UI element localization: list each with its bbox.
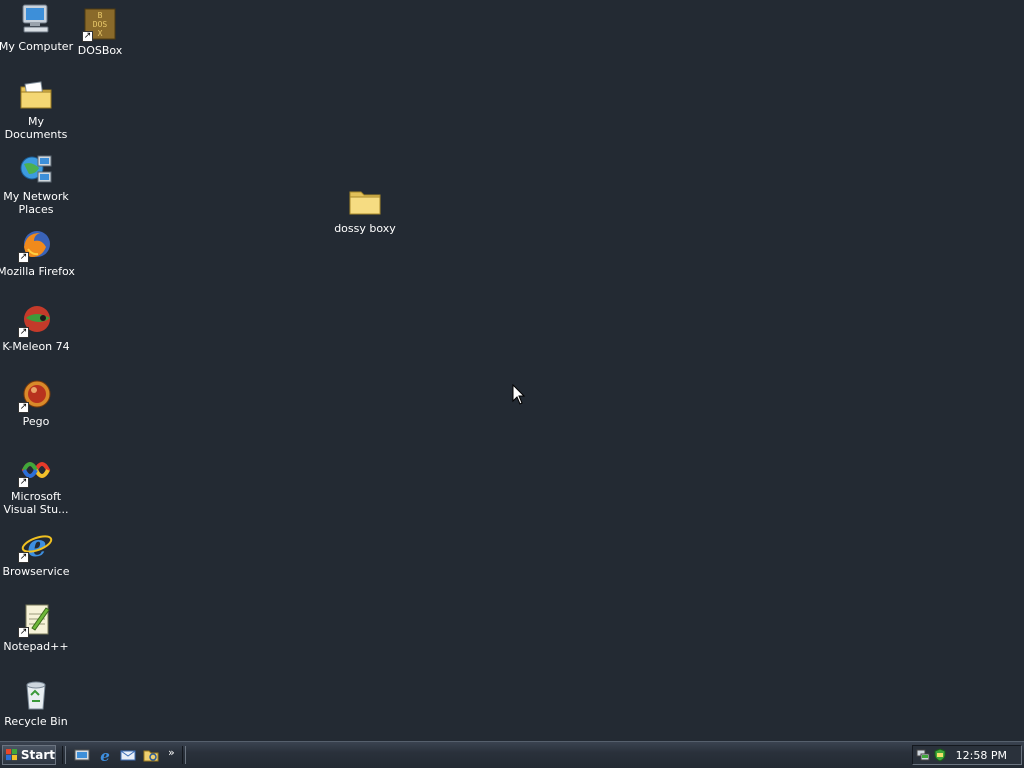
icon-label: My Network Places xyxy=(3,190,69,216)
svg-text:X: X xyxy=(98,29,103,38)
shortcut-arrow-icon: ↗ xyxy=(18,552,29,563)
system-tray: 12:58 PM xyxy=(912,745,1022,765)
dosbox-icon: B DOS X ↗ xyxy=(82,6,118,42)
icon-label: Recycle Bin xyxy=(4,715,68,728)
mouse-cursor-icon xyxy=(512,384,526,405)
icon-label: Pego xyxy=(22,415,50,428)
notepadpp-shortcut[interactable]: ↗ Notepad++ xyxy=(0,602,74,653)
recycle-bin-shortcut[interactable]: Recycle Bin xyxy=(0,677,74,728)
svg-text:e: e xyxy=(100,747,110,763)
firefox-icon: ↗ xyxy=(18,227,54,263)
quick-launch-more-button[interactable]: » xyxy=(168,746,175,759)
kmeleon-icon: ↗ xyxy=(18,302,54,338)
pego-shortcut[interactable]: ↗ Pego xyxy=(0,377,74,428)
shortcut-arrow-icon: ↗ xyxy=(18,477,29,488)
taskbar-separator xyxy=(62,746,66,764)
icon-label: Browservice xyxy=(2,565,70,578)
icon-label: dossy boxy xyxy=(334,222,396,235)
internet-explorer-icon: e ↗ xyxy=(18,527,54,563)
icon-label: Microsoft Visual Stu... xyxy=(3,490,69,516)
pego-icon: ↗ xyxy=(18,377,54,413)
shortcut-arrow-icon: ↗ xyxy=(18,627,29,638)
my-documents-shortcut[interactable]: My Documents xyxy=(0,77,74,141)
recycle-bin-icon xyxy=(18,677,54,713)
internet-explorer-icon[interactable]: e xyxy=(97,747,113,763)
shortcut-arrow-icon: ↗ xyxy=(18,327,29,338)
shortcut-arrow-icon: ↗ xyxy=(82,31,93,42)
taskbar: Start e » 12:58 PM xyxy=(0,741,1024,768)
show-desktop-icon[interactable] xyxy=(74,747,90,763)
folder-icon xyxy=(347,184,383,220)
outlook-express-icon[interactable] xyxy=(120,747,136,763)
dosbox-shortcut[interactable]: B DOS X ↗ DOSBox xyxy=(62,6,138,57)
icon-label: Mozilla Firefox xyxy=(0,265,75,278)
shortcut-arrow-icon: ↗ xyxy=(18,252,29,263)
icon-label: My Documents xyxy=(4,115,68,141)
svg-text:B: B xyxy=(98,11,103,20)
windows-explorer-icon[interactable] xyxy=(143,747,159,763)
start-button[interactable]: Start xyxy=(2,745,56,765)
network-places-icon xyxy=(18,152,54,188)
svg-text:e: e xyxy=(27,529,46,563)
svg-text:DOS: DOS xyxy=(93,20,108,29)
dossy-boxy-folder[interactable]: dossy boxy xyxy=(327,184,403,235)
windows-logo-icon xyxy=(6,749,18,761)
computer-icon xyxy=(18,2,54,38)
icon-label: DOSBox xyxy=(77,44,123,57)
shield-icon[interactable] xyxy=(933,748,947,762)
notepadpp-icon: ↗ xyxy=(18,602,54,638)
clock[interactable]: 12:58 PM xyxy=(956,749,1007,762)
browservice-shortcut[interactable]: e ↗ Browservice xyxy=(0,527,74,578)
icon-label: Notepad++ xyxy=(3,640,69,653)
documents-folder-icon xyxy=(18,77,54,113)
start-label: Start xyxy=(20,748,55,762)
visual-studio-icon: ↗ xyxy=(18,452,54,488)
shortcut-arrow-icon: ↗ xyxy=(18,402,29,413)
icon-label: K-Meleon 74 xyxy=(2,340,70,353)
taskbar-separator xyxy=(182,746,186,764)
visual-studio-shortcut[interactable]: ↗ Microsoft Visual Stu... xyxy=(0,452,74,516)
kmeleon-shortcut[interactable]: ↗ K-Meleon 74 xyxy=(0,302,74,353)
mozilla-firefox-shortcut[interactable]: ↗ Mozilla Firefox xyxy=(0,227,75,278)
network-icon[interactable] xyxy=(916,748,930,762)
desktop[interactable]: My Computer B DOS X ↗ DOSBox My Document… xyxy=(0,0,1024,741)
my-network-places-shortcut[interactable]: My Network Places xyxy=(0,152,74,216)
